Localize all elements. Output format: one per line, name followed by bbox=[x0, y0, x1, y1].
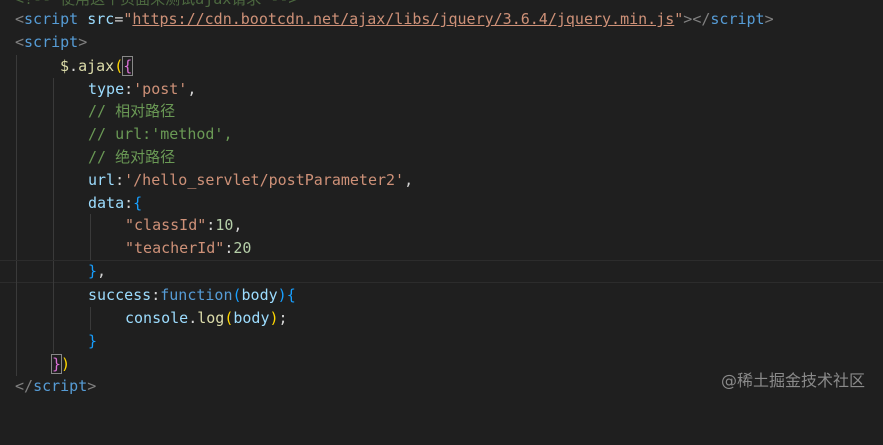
code-line-1: <script src="https://cdn.bootcdn.net/aja… bbox=[15, 10, 774, 28]
script-tag-close: script bbox=[33, 377, 88, 395]
code-line-3: $.ajax({ bbox=[0, 55, 883, 78]
code-line-9: data:{ bbox=[0, 192, 883, 215]
code-line-11: "teacherId":20 bbox=[0, 237, 883, 260]
code-editor[interactable]: <!-- 使用这个页面来测试ajax请求 --> <script src="ht… bbox=[0, 0, 883, 403]
code-line-7: // 绝对路径 bbox=[0, 146, 883, 169]
script-tag-open: script bbox=[24, 33, 79, 51]
code-line-15: } bbox=[0, 330, 883, 353]
code-line-5: // 相对路径 bbox=[0, 100, 883, 123]
code-line-4: type:'post', bbox=[0, 78, 883, 101]
jquery-cdn-link[interactable]: https://cdn.bootcdn.net/ajax/libs/jquery… bbox=[132, 10, 674, 28]
code-line-10: "classId":10, bbox=[0, 214, 883, 237]
code-line-8: url:'/hello_servlet/postParameter2', bbox=[0, 169, 883, 192]
code-line-12-current: }, bbox=[0, 260, 883, 284]
code-line-13: success:function(body){ bbox=[0, 284, 883, 307]
watermark-text: @稀土掘金技术社区 bbox=[720, 371, 865, 390]
code-line-2: <script> bbox=[15, 33, 88, 51]
code-line-14: console.log(body); bbox=[0, 307, 883, 330]
code-line-6: // url:'method', bbox=[0, 123, 883, 146]
